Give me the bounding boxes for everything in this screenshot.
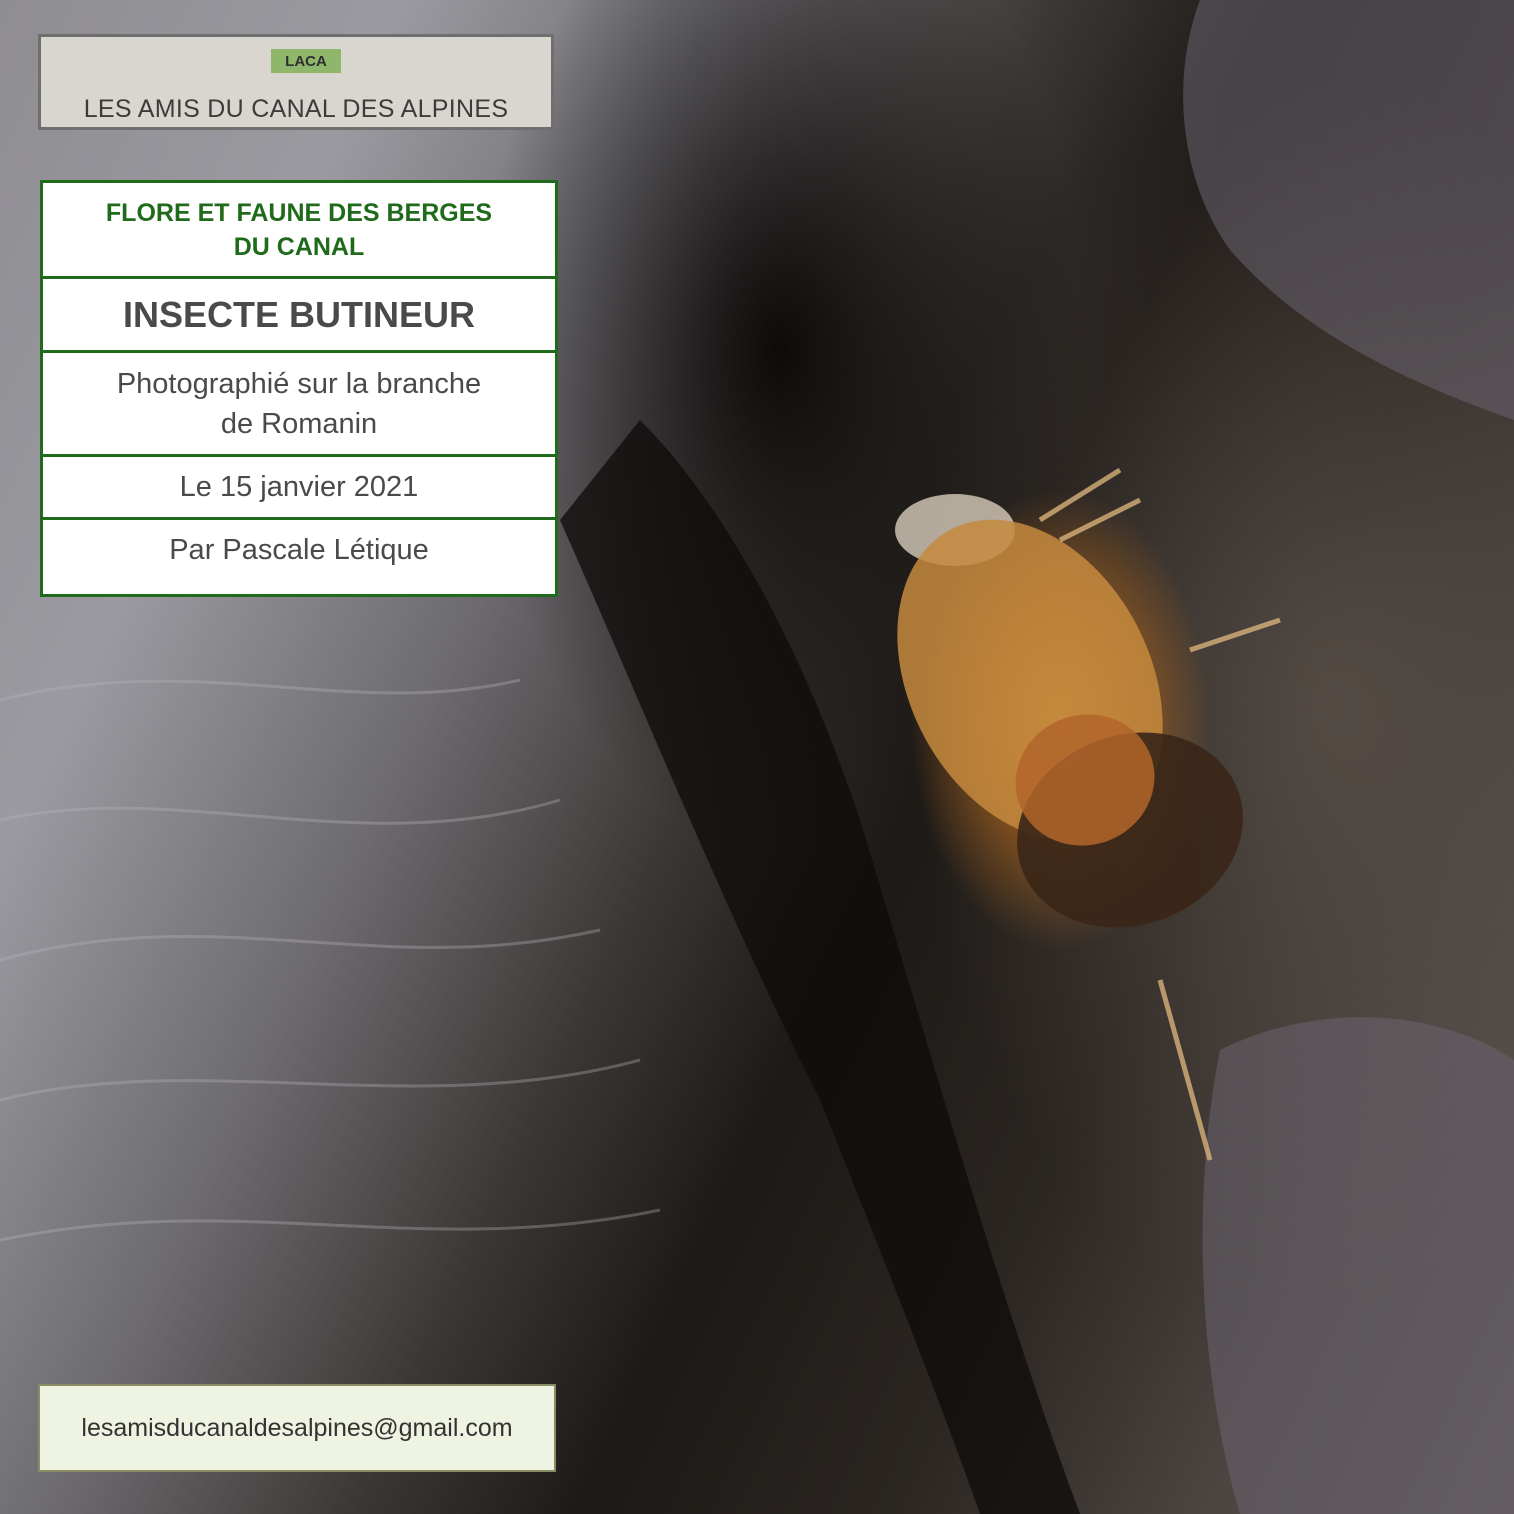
photo-location: Photographié sur la branche de Romanin [43,353,555,454]
photo-author-text: Par Pascale Létique [169,534,429,566]
subject-title-text: INSECTE BUTINEUR [122,293,476,335]
laca-badge: LACA [271,49,341,73]
photo-author: Par Pascale Létique [43,520,555,594]
association-logo-banner: LACA LES AMIS DU CANAL DES ALPINES [38,34,554,130]
photo-location-line1: Photographié sur la branche [116,367,482,400]
contact-email: lesamisducanaldesalpines@gmail.com [81,1413,513,1442]
contact-email-box: lesamisducanaldesalpines@gmail.com [38,1384,556,1472]
series-header-line2: DU CANAL [233,232,365,261]
photo-location-line2: de Romanin [220,407,378,440]
subject-title: INSECTE BUTINEUR [43,279,555,350]
photo-date: Le 15 janvier 2021 [43,457,555,517]
association-name: LES AMIS DU CANAL DES ALPINES [83,95,509,123]
photo-date-text: Le 15 janvier 2021 [179,470,419,503]
info-panel: FLORE ET FAUNE DES BERGES DU CANAL INSEC… [40,180,558,597]
series-header-line1: FLORE ET FAUNE DES BERGES [105,198,493,227]
series-header: FLORE ET FAUNE DES BERGES DU CANAL [43,183,555,276]
